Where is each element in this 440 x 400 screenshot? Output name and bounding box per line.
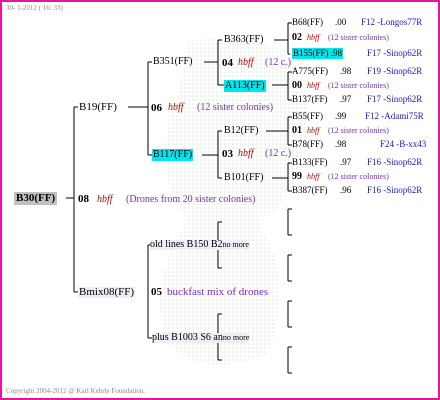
gen4-pedigree-link[interactable]: F19 -Sinop62R xyxy=(367,67,422,76)
gen2-plus-b1003: plus B1003 S6 anno more xyxy=(152,332,250,343)
gen3-colony-b101[interactable]: B101(FF) xyxy=(224,173,263,183)
gen4-sister-note: (12 sister colonies) xyxy=(328,126,389,135)
gen4-colony-b55[interactable]: B55(FF) xyxy=(292,112,323,121)
gen4-sister-note: (12 sister colonies) xyxy=(328,33,389,42)
pedigree-frame: 30- 1-2012 ( 16: 33) B30(FF) 08 hbff (Dr… xyxy=(0,0,440,400)
gen3-colony-b363[interactable]: B363(FF) xyxy=(224,35,263,45)
gen3-b12-num: 03 xyxy=(222,148,233,160)
footer-copyright: Copyright 2004-2012 @ Karl Kehrle Founda… xyxy=(6,387,146,395)
gen4-pedigree-link[interactable]: F24 -B-xx43 xyxy=(380,140,426,149)
plus-label: plus B1003 S6 an xyxy=(152,332,223,343)
gen4-year-num: 99 xyxy=(292,171,302,182)
root-hbff: hbff xyxy=(97,194,113,205)
gen4-colony-b387[interactable]: B387(FF) xyxy=(292,186,328,195)
gen4-b155-score: .98 xyxy=(330,48,343,58)
gen1-colony-bmix08[interactable]: Bmix08(FF) xyxy=(78,287,136,298)
gen4-score: .00 xyxy=(335,17,347,27)
gen3-b363-num: 04 xyxy=(222,57,233,69)
gen3-b363-hbff: hbff xyxy=(238,57,254,68)
gen4-b155-label: B155(FF) xyxy=(293,48,329,58)
gen3-colony-b12[interactable]: B12(FF) xyxy=(224,126,258,136)
gen4-colony-b137[interactable]: B137(FF) xyxy=(292,95,328,104)
gen4-pedigree-link[interactable]: F12 -Longos77R xyxy=(361,18,422,27)
gen4-year-num: 01 xyxy=(292,125,302,136)
gen3-b12-hbff: hbff xyxy=(238,148,254,159)
gen2-colony-b117[interactable]: B117(FF) xyxy=(152,149,194,161)
gen4-score: .97 xyxy=(340,94,352,104)
gen4-sister-note: (12 sister colonies) xyxy=(328,81,389,90)
gen4-colony-b78[interactable]: B78(FF) xyxy=(292,140,323,149)
gen4-score: .98 xyxy=(335,139,347,149)
gen1-colony-b19[interactable]: B19(FF) xyxy=(79,102,117,113)
root-colony-label[interactable]: B30(FF) xyxy=(14,192,58,205)
gen4-score: .98 xyxy=(340,66,352,76)
gen4-hbff: hbff xyxy=(307,172,320,181)
gen2-old-lines: old lines B150 B2no more xyxy=(150,240,249,250)
gen4-score: .97 xyxy=(340,157,352,167)
gen4-pedigree-link[interactable]: F16 -Sinop62R xyxy=(367,158,422,167)
gen4-score: .96 xyxy=(340,185,352,195)
gen2-b351-num: 06 xyxy=(151,102,162,114)
gen4-sister-note: (12 sister colonies) xyxy=(328,172,389,181)
gen3-b12-note: (12 c.) xyxy=(265,148,292,159)
gen4-pedigree-link[interactable]: F17 -Sinop62R xyxy=(367,49,422,58)
gen4-pedigree-link[interactable]: F12 -Adami75R xyxy=(365,112,424,121)
gen2-b351-hbff: hbff xyxy=(168,102,184,113)
root-drone-note: (Drones from 20 sister colonies) xyxy=(126,194,256,205)
gen4-hbff: hbff xyxy=(307,33,320,42)
gen1-bmix-note: buckfast mix of drones xyxy=(167,286,269,298)
gen4-colony-b133[interactable]: B133(FF) xyxy=(292,158,328,167)
gen4-score: .99 xyxy=(335,111,347,121)
gen4-colony-b68[interactable]: B68(FF) xyxy=(292,18,323,27)
gen1-bmix-num: 05 xyxy=(151,286,162,298)
gen2-b351-note: (12 sister colonies) xyxy=(197,102,274,113)
gen4-pedigree-link[interactable]: F16 -Sinop62R xyxy=(367,186,422,195)
gen4-year-num: 00 xyxy=(292,80,302,91)
gen4-colony-b155[interactable]: B155(FF) .98 xyxy=(292,48,344,59)
old-lines-label: old lines B150 B2 xyxy=(150,239,223,250)
gen3-b363-note: (12 c.) xyxy=(265,57,292,68)
plus-suffix: no more xyxy=(222,333,250,342)
root-queen-year: 08 xyxy=(78,193,89,205)
gen2-colony-b351[interactable]: B351(FF) xyxy=(153,57,192,67)
old-lines-suffix: no more xyxy=(222,240,249,249)
gen4-pedigree-link[interactable]: F17 -Sinop62R xyxy=(367,95,422,104)
gen3-colony-a113[interactable]: A113(FF) xyxy=(224,80,266,92)
gen4-year-num: 02 xyxy=(292,32,302,43)
gen4-hbff: hbff xyxy=(307,81,320,90)
gen4-hbff: hbff xyxy=(307,126,320,135)
header-date: 30- 1-2012 ( 16: 33) xyxy=(6,4,63,12)
gen4-colony-a775[interactable]: A775(FF) xyxy=(292,67,328,76)
